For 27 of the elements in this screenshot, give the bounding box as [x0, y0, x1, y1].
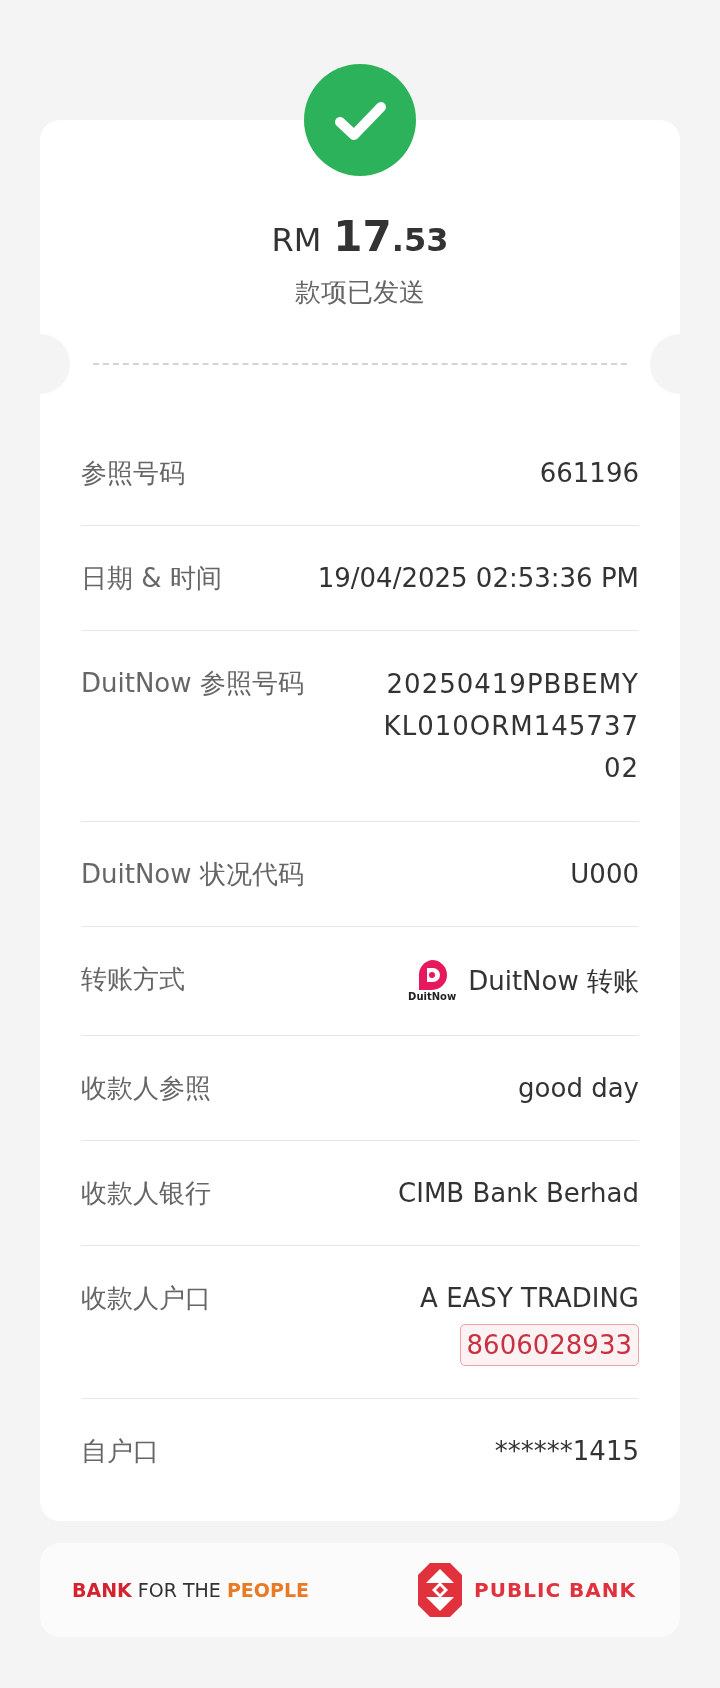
detail-value: good day: [518, 1072, 639, 1105]
detail-label: 自户口: [81, 1435, 159, 1468]
tagline: BANK FOR THE PEOPLE: [72, 1579, 309, 1601]
detail-label: DuitNow 状况代码: [81, 858, 304, 891]
detail-value: U000: [570, 858, 639, 891]
detail-label: 转账方式: [81, 963, 185, 996]
detail-value: 661196: [539, 457, 639, 490]
detail-value: ******1415: [494, 1435, 639, 1468]
currency: RM: [271, 221, 322, 259]
bank-logo-icon: [418, 1563, 463, 1617]
detail-label: 收款人参照: [81, 1072, 211, 1105]
account-number: 8606028933: [459, 1324, 639, 1366]
bank-name: PUBLIC BANK: [474, 1578, 636, 1602]
detail-value: 20250419PBBEMYKL010ORM14573702: [382, 668, 639, 785]
logo-caption: DuitNow: [408, 991, 457, 1003]
detail-value: DuitNow 转账: [468, 965, 639, 998]
detail-label: DuitNow 参照号码: [81, 667, 304, 700]
amount-decimal: .53: [391, 221, 449, 259]
detail-label: 日期 & 时间: [81, 562, 222, 595]
detail-label: 收款人银行: [81, 1177, 211, 1210]
detail-label: 参照号码: [81, 457, 185, 490]
detail-label: 收款人户口: [81, 1282, 211, 1315]
status-text: 款项已发送: [295, 276, 425, 309]
detail-value: A EASY TRADING: [420, 1282, 639, 1315]
amount-whole: 17: [333, 212, 392, 261]
detail-value: CIMB Bank Berhad: [398, 1177, 639, 1210]
detail-value: 19/04/2025 02:53:36 PM: [317, 562, 639, 595]
